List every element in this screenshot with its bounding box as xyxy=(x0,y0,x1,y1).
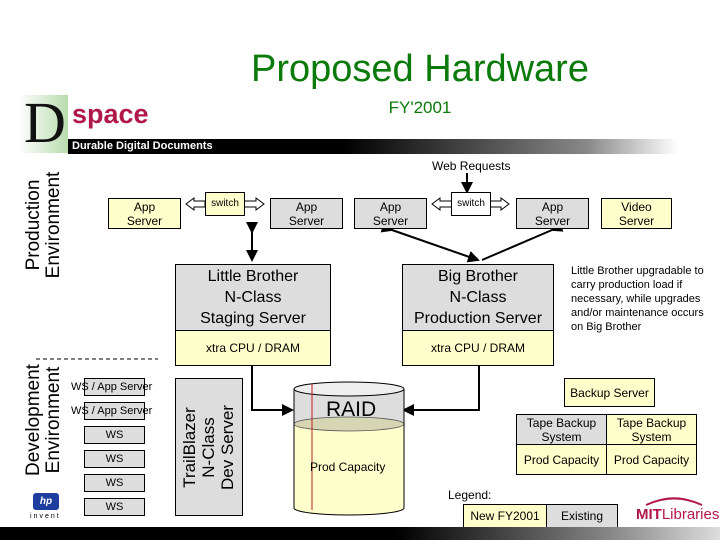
big-brother-server[interactable]: Big Brother N-Class Production Server xyxy=(402,264,554,331)
production-environment-label: Production Environment xyxy=(23,160,64,290)
box-line: Server xyxy=(372,213,409,228)
switch-2-right-arrow xyxy=(489,197,510,211)
hp-tagline: invent xyxy=(30,513,61,520)
switch-2-left-arrow xyxy=(431,197,453,211)
workstation-label: WS / App Server xyxy=(71,381,153,393)
workstation-3[interactable]: WS xyxy=(84,426,145,444)
box-line: Server xyxy=(534,213,571,228)
app-server-1[interactable]: App Server xyxy=(108,198,181,229)
workstation-label: WS xyxy=(105,429,124,441)
little-brother-to-raid-arrow xyxy=(246,356,294,416)
little-brother-extension[interactable]: xtra CPU / DRAM xyxy=(175,330,331,366)
workstation-label: WS xyxy=(105,453,124,465)
switch-1[interactable]: switch xyxy=(205,192,245,216)
box-line: Server xyxy=(618,213,655,228)
box-line: Server xyxy=(288,213,325,228)
box-line: App xyxy=(295,199,318,214)
box-line: Tape Backup xyxy=(616,415,687,430)
mit-arc-icon xyxy=(645,497,703,506)
legend-new: New FY2001 xyxy=(463,504,547,528)
legend-label: Legend: xyxy=(448,488,492,502)
tape-backup-system-2[interactable]: Tape Backup System xyxy=(606,414,697,445)
hp-logo-text: hp xyxy=(39,496,53,507)
box-line: App xyxy=(541,199,564,214)
big-brother-extension[interactable]: xtra CPU / DRAM xyxy=(402,330,554,366)
tape-2-capacity[interactable]: Prod Capacity xyxy=(606,444,697,475)
slide-subtitle: FY'2001 xyxy=(388,98,452,117)
tape-1-capacity[interactable]: Prod Capacity xyxy=(516,444,607,475)
mit-libraries-logo: MITLibraries xyxy=(636,506,719,523)
backup-server[interactable]: Backup Server xyxy=(564,378,655,407)
label-line: Development xyxy=(23,364,44,476)
box-line: N-Class xyxy=(449,289,507,306)
box-line: N-Class xyxy=(199,416,219,478)
backup-server-label: Backup Server xyxy=(570,385,649,400)
legend-new-label: New FY2001 xyxy=(470,509,540,523)
box-line: System xyxy=(631,429,672,444)
app-server-4[interactable]: App Server xyxy=(516,198,589,229)
slide-title: Proposed Hardware xyxy=(251,48,589,90)
workstation-1[interactable]: WS / App Server xyxy=(71,378,152,396)
app-server-3[interactable]: App Server xyxy=(354,198,427,229)
web-requests-label: Web Requests xyxy=(432,159,511,173)
box-line: System xyxy=(541,429,582,444)
workstation-label: WS xyxy=(105,501,124,513)
raid-capacity-label: Prod Capacity xyxy=(310,460,386,474)
capacity-label: Prod Capacity xyxy=(523,452,600,467)
mit-logo-bold: MIT xyxy=(636,506,662,523)
app-server-3-to-big-brother-arrow xyxy=(380,221,480,263)
mit-logo-rest: Libraries xyxy=(661,506,720,523)
logo-word: space xyxy=(72,99,149,129)
label-line: Production xyxy=(23,179,44,271)
extension-label: xtra CPU / DRAM xyxy=(205,341,300,355)
box-line: N-Class xyxy=(224,289,282,306)
logo-tagline: Durable Digital Documents xyxy=(72,140,213,152)
box-line: TrailBlazer xyxy=(180,406,200,488)
workstation-4[interactable]: WS xyxy=(84,450,145,468)
capacity-label: Prod Capacity xyxy=(613,452,690,467)
tape-backup-system-1[interactable]: Tape Backup System xyxy=(516,414,607,445)
video-server[interactable]: Video Server xyxy=(601,198,672,229)
app-server-4-to-big-brother-arrow xyxy=(481,220,564,261)
switch-1-label: switch xyxy=(211,198,239,209)
raid-label: RAID xyxy=(326,398,377,421)
workstation-2[interactable]: WS / App Server xyxy=(71,402,152,420)
app-server-2[interactable]: App Server xyxy=(270,198,343,229)
hp-logo-icon: hp xyxy=(33,493,59,510)
big-brother-to-raid-arrow xyxy=(402,356,485,416)
little-brother-server[interactable]: Little Brother N-Class Staging Server xyxy=(175,264,331,331)
legend-existing-label: Existing xyxy=(560,509,604,523)
extension-label: xtra CPU / DRAM xyxy=(430,341,525,355)
box-line: Staging Server xyxy=(200,310,306,327)
trailblazer-dev-server[interactable]: TrailBlazer N-Class Dev Server xyxy=(175,378,243,516)
box-line: App xyxy=(133,199,156,214)
label-line: Environment xyxy=(43,171,64,279)
workstation-label: WS / App Server xyxy=(71,405,153,417)
box-line: Big Brother xyxy=(437,268,519,285)
switch-1-left-arrow xyxy=(185,197,206,211)
switch-1-right-arrow xyxy=(243,197,265,211)
logo-letter: D xyxy=(24,90,66,155)
workstation-6[interactable]: WS xyxy=(84,498,145,516)
box-line: App xyxy=(379,199,402,214)
box-line: Video xyxy=(621,199,652,214)
box-line: Little Brother xyxy=(207,268,299,285)
development-environment-label: Development Environment xyxy=(23,355,64,485)
box-line: Dev Server xyxy=(218,404,238,490)
label-line: Environment xyxy=(43,366,64,474)
box-line: Server xyxy=(126,213,163,228)
upgrade-note: Little Brother upgradable to carry produ… xyxy=(571,265,704,333)
switch-2[interactable]: switch xyxy=(451,192,491,216)
workstation-5[interactable]: WS xyxy=(84,474,145,492)
footer-bar xyxy=(0,527,720,540)
legend-existing: Existing xyxy=(546,504,618,528)
switch-2-label: switch xyxy=(457,198,485,209)
box-line: Production Server xyxy=(413,310,543,327)
workstation-label: WS xyxy=(105,477,124,489)
box-line: Tape Backup xyxy=(526,415,597,430)
